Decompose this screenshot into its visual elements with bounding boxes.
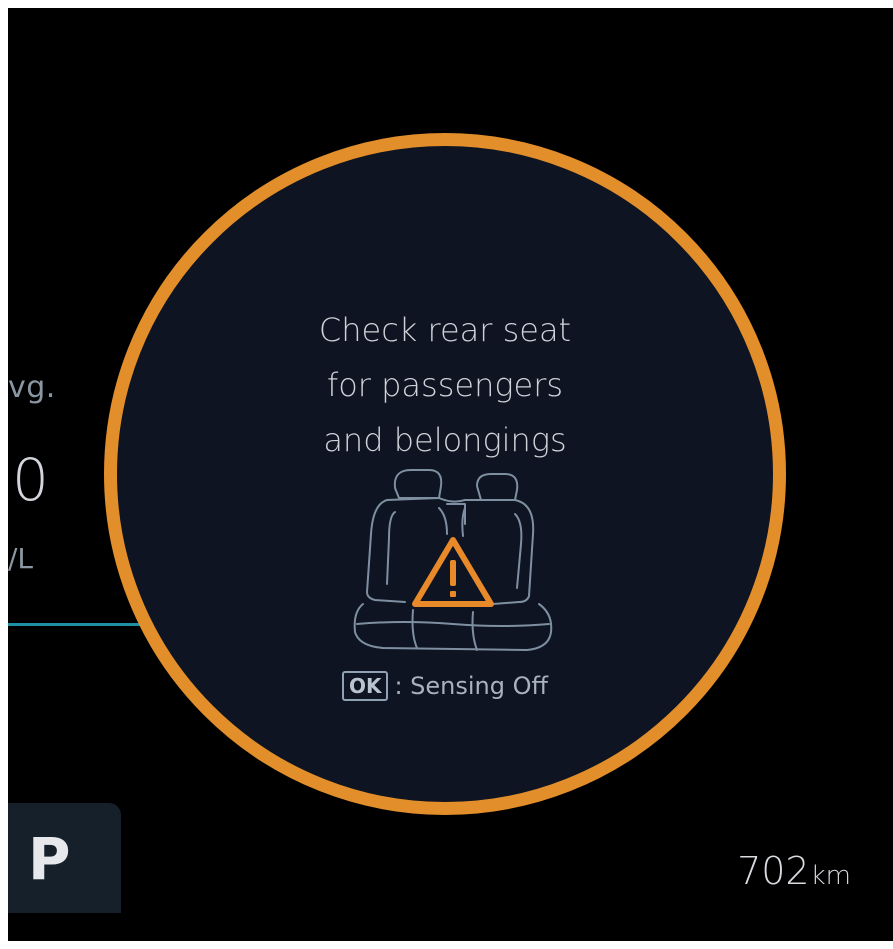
alert-message-line-1: Check rear seat [318,311,572,349]
ok-action-label: : Sensing Off [394,672,549,700]
range-value: 702 [737,849,810,893]
left-divider-bar [8,623,158,626]
range-readout: 702km [737,849,851,893]
rear-seat-warning-icon [353,469,553,651]
alert-message-line-3: and belongings [323,421,567,459]
gear-indicator: P [8,803,121,913]
rear-seat-alert-popup: Check rear seat for passengers and belon… [104,133,786,815]
alert-message-line-2: for passengers [326,366,564,404]
average-value: 0 [12,446,49,514]
cluster-screenshot: vg. 0 /L P 702km Check rear seat for pas… [0,0,893,949]
alert-message: Check rear seat for passengers and belon… [117,303,773,468]
range-unit: km [810,861,851,891]
average-label: vg. [8,370,56,405]
instrument-cluster-display: vg. 0 /L P 702km Check rear seat for pas… [8,8,893,941]
ok-key-badge: OK [341,671,389,701]
ok-instruction: OK: Sensing Off [117,671,773,701]
gear-letter: P [28,825,71,893]
average-unit: /L [8,542,34,575]
